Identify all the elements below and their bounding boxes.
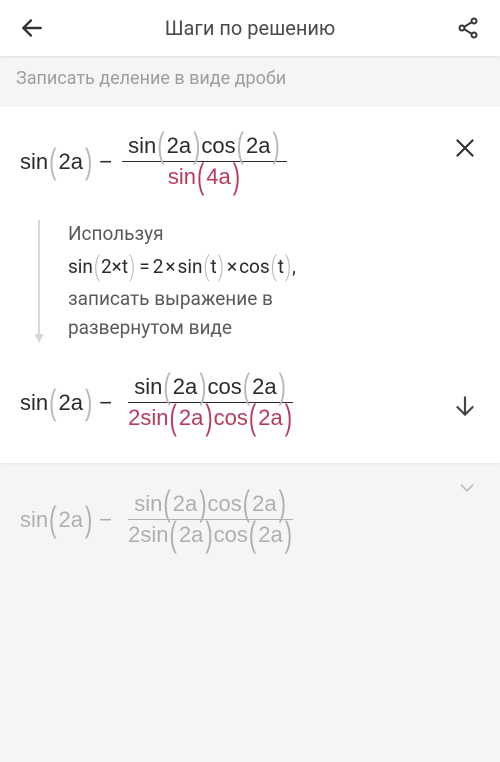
fraction-3: sin(2a)cos(2a) 2sin(2a)cos(2a): [122, 489, 299, 550]
hint-line-2b: развернутом виде: [68, 314, 470, 343]
close-icon: [452, 135, 478, 161]
share-button[interactable]: [448, 8, 488, 48]
fraction-2: sin(2a)cos(2a) 2sin(2a)cos(2a): [122, 372, 299, 433]
arrow-left-icon: [19, 15, 45, 41]
expression-2: sin ( 2a ) − sin(2a)cos(2a) 2sin(2a)cos(…: [20, 372, 480, 433]
next-step-preview: sin ( 2a ) − sin(2a)cos(2a) 2sin(2a)cos(…: [0, 471, 500, 560]
expression-3-faded: sin ( 2a ) − sin(2a)cos(2a) 2sin(2a)cos(…: [20, 489, 480, 550]
arrow-down-icon: [452, 393, 478, 419]
hint-line-2a: записать выражение в: [68, 285, 470, 314]
paren-close: ): [84, 141, 93, 183]
minus-op: −: [93, 149, 118, 175]
hint-arrow: ▼: [30, 220, 48, 342]
fraction-1: sin(2a)cos(2a) sin(4a): [122, 131, 287, 192]
back-button[interactable]: [12, 8, 52, 48]
solution-step-card: sin ( 2a ) − sin(2a)cos(2a) sin(4a) ▼ Ис…: [0, 107, 500, 463]
sin-func: sin: [20, 149, 48, 175]
hint-text: Используя sin(2×t) = 2 × sin(t) × cos(t)…: [68, 220, 480, 342]
expand-next-button[interactable]: [456, 477, 478, 503]
chevron-down-icon: [456, 477, 478, 499]
close-step-button[interactable]: [452, 135, 478, 165]
share-icon: [456, 16, 480, 40]
app-header: Шаги по решению: [0, 0, 500, 56]
paren-open: (: [48, 141, 57, 183]
hint-line-1: Используя: [68, 220, 470, 249]
hint-block: ▼ Используя sin(2×t) = 2 × sin(t) × cos(…: [30, 220, 480, 342]
page-title: Шаги по решению: [52, 16, 448, 40]
hint-formula: sin(2×t) = 2 × sin(t) × cos(t),: [68, 253, 470, 282]
next-step-button[interactable]: [452, 393, 478, 423]
arg: 2a: [57, 149, 83, 175]
expression-1: sin ( 2a ) − sin(2a)cos(2a) sin(4a): [20, 131, 480, 192]
step-description: Записать деление в виде дроби: [0, 56, 500, 107]
